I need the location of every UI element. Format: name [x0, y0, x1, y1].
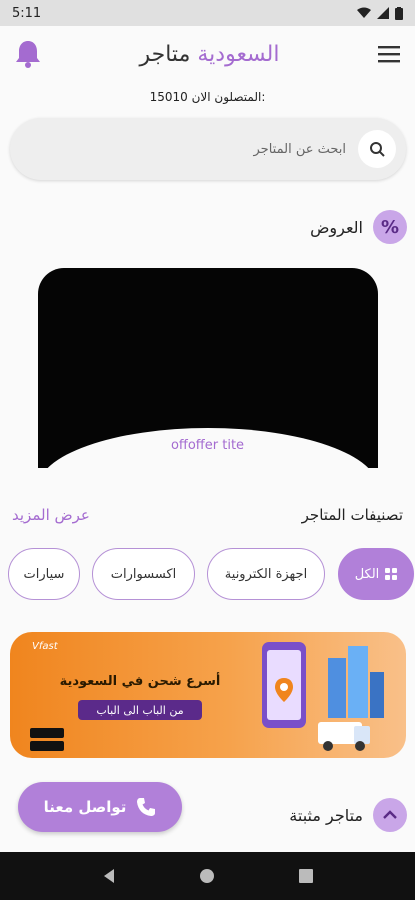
- contact-us-label: تواصل معنا: [43, 798, 127, 816]
- category-chip-label: الكل: [354, 566, 380, 582]
- search-button[interactable]: [358, 130, 396, 168]
- category-chips: الكل اجهزة الكترونية اكسسوارات سيارات: [0, 548, 415, 602]
- online-count-label: المتصلون الان:: [191, 90, 266, 104]
- banner-headline: أسرع شحن في السعودية: [59, 674, 221, 689]
- back-icon[interactable]: [101, 868, 117, 884]
- app-store-badge: [30, 728, 64, 738]
- offer-caption: offoffer tite: [170, 438, 245, 453]
- app-title-main: متاجر: [139, 41, 191, 67]
- notification-bell-icon[interactable]: [14, 39, 42, 69]
- pinned-stores-title: متاجر مثبتة: [289, 805, 363, 825]
- category-chip-label: سيارات: [23, 566, 65, 582]
- phone-icon: [137, 798, 156, 816]
- see-more-link[interactable]: عرض المزيد: [12, 506, 90, 524]
- chevron-up-icon[interactable]: [373, 798, 407, 832]
- home-icon[interactable]: [199, 868, 215, 884]
- category-chip-electronics[interactable]: اجهزة الكترونية: [207, 548, 325, 600]
- category-chip-label: اجهزة الكترونية: [224, 566, 308, 582]
- contact-us-button[interactable]: تواصل معنا: [18, 782, 182, 832]
- status-time: 5:11: [12, 5, 42, 21]
- menu-icon[interactable]: [377, 44, 401, 64]
- delivery-illustration: [262, 642, 384, 751]
- search-bar[interactable]: ابحث عن المتاجر: [10, 118, 406, 180]
- shipping-banner[interactable]: Vfast أسرع شحن في السعودية من الباب الى …: [10, 632, 406, 758]
- app-title: السعودية متاجر: [139, 42, 279, 67]
- status-icons: [357, 6, 403, 20]
- app-store-badges: [30, 728, 64, 751]
- banner-logo: Vfast: [32, 641, 58, 652]
- wifi-icon: [357, 7, 371, 18]
- categories-title: تصنيفات المتاجر: [301, 506, 403, 524]
- grid-icon: [385, 568, 398, 580]
- app-title-accent: السعودية: [197, 41, 280, 67]
- status-bar: 5:11: [0, 0, 415, 26]
- search-icon: [370, 142, 385, 157]
- banner-tagline: من الباب الى الباب: [78, 700, 202, 720]
- system-navigation-bar: [0, 852, 415, 900]
- offers-title: العروض: [310, 217, 363, 237]
- category-chip-label: اكسسوارات: [110, 566, 177, 582]
- category-chip-accessories[interactable]: اكسسوارات: [92, 548, 195, 600]
- online-count-value: 15010: [149, 90, 188, 104]
- percent-icon: %: [373, 210, 407, 244]
- pinned-stores-header: متاجر مثبتة: [289, 798, 407, 832]
- signal-icon: [377, 7, 389, 19]
- online-users-count: 15010 المتصلون الان:: [0, 90, 415, 104]
- category-chip-cars[interactable]: سيارات: [8, 548, 80, 600]
- offers-header: العروض %: [310, 210, 407, 244]
- google-play-badge: [30, 741, 64, 751]
- battery-icon: [395, 6, 403, 20]
- category-chip-all[interactable]: الكل: [338, 548, 414, 600]
- recents-icon[interactable]: [298, 868, 314, 884]
- app-header: السعودية متاجر: [0, 26, 415, 82]
- search-input[interactable]: ابحث عن المتاجر: [254, 142, 347, 157]
